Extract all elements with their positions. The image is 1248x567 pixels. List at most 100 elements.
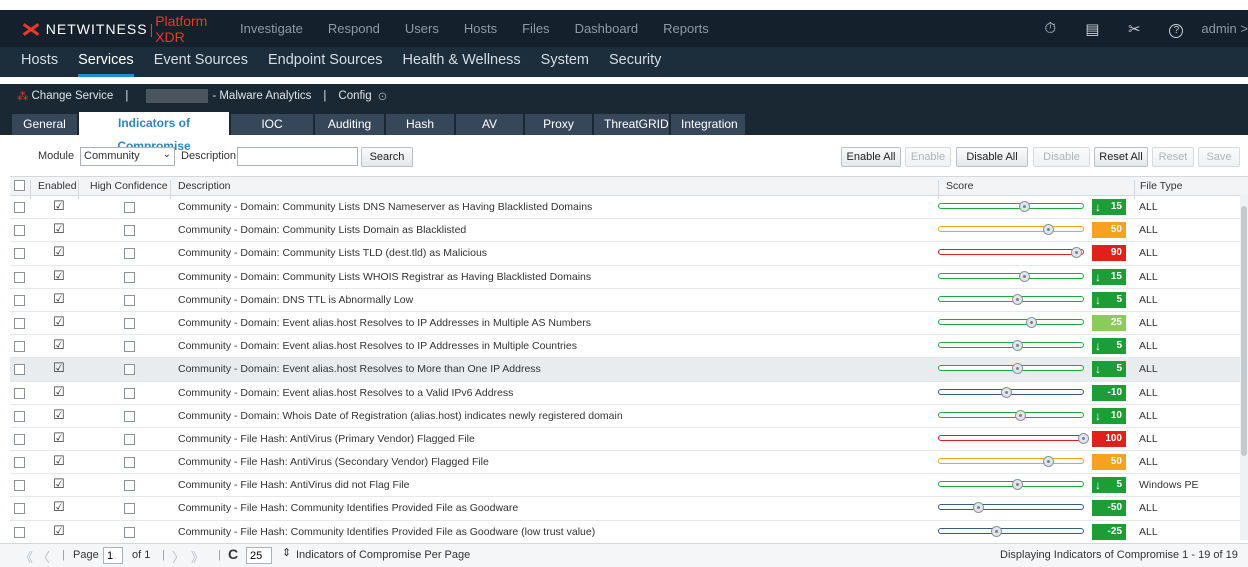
high-confidence-checkbox[interactable]	[124, 248, 135, 260]
secnav-system[interactable]: System	[541, 52, 589, 77]
next-page-icon[interactable]: 〉	[172, 547, 185, 566]
notes-icon[interactable]: ▤	[1071, 20, 1113, 38]
tools-icon[interactable]: ✂	[1113, 20, 1155, 38]
enabled-checkbox[interactable]: ☑	[53, 314, 65, 330]
score-slider-handle[interactable]	[1012, 479, 1023, 491]
column-enabled[interactable]: Enabled	[38, 180, 77, 192]
score-slider[interactable]	[938, 481, 1084, 488]
table-row[interactable]: ☑ Community - Domain: Event alias.host Re…	[10, 312, 1248, 336]
first-page-icon[interactable]: 《	[20, 547, 33, 566]
table-row[interactable]: ☑ Community - File Hash: AntiVirus did no…	[10, 474, 1248, 498]
secnav-endpoint-sources[interactable]: Endpoint Sources	[268, 52, 382, 77]
row-select-checkbox[interactable]	[14, 248, 25, 260]
select-all-checkbox[interactable]	[14, 180, 25, 191]
table-row[interactable]: ☑ Community - Domain: DNS TTL is Abnormal…	[10, 289, 1248, 312]
secnav-event-sources[interactable]: Event Sources	[154, 52, 248, 77]
config-dropdown-icon[interactable]: ⊙	[378, 89, 388, 103]
secnav-services[interactable]: Services	[78, 52, 134, 77]
secnav-health-wellness[interactable]: Health & Wellness	[402, 52, 520, 77]
score-slider-handle[interactable]	[1019, 201, 1030, 212]
topnav-respond[interactable]: Respond	[328, 21, 380, 36]
table-row[interactable]: ☑ Community - File Hash: AntiVirus (Secon…	[10, 451, 1248, 475]
high-confidence-checkbox[interactable]	[124, 387, 135, 399]
tab-av[interactable]: AV	[456, 114, 523, 135]
high-confidence-checkbox[interactable]	[124, 341, 135, 353]
row-select-checkbox[interactable]	[14, 271, 25, 283]
enable-button[interactable]: Enable	[905, 147, 951, 167]
tab-indicators-of-compromise[interactable]: Indicators of Compromise	[79, 112, 229, 153]
row-select-checkbox[interactable]	[14, 433, 25, 445]
table-row[interactable]: ☑ Community - File Hash: Community Identi…	[10, 497, 1248, 521]
score-slider-handle[interactable]	[1015, 409, 1026, 421]
secnav-security[interactable]: Security	[609, 52, 661, 77]
row-select-checkbox[interactable]	[14, 202, 25, 213]
topnav-files[interactable]: Files	[522, 21, 549, 36]
table-row[interactable]: ☑ Community - Domain: Community Lists TLD…	[10, 242, 1248, 266]
table-row[interactable]: ☑ Community - Domain: Community Lists WHO…	[10, 266, 1248, 289]
reset-button[interactable]: Reset	[1152, 147, 1194, 167]
row-select-checkbox[interactable]	[14, 503, 25, 515]
high-confidence-checkbox[interactable]	[124, 202, 135, 213]
row-select-checkbox[interactable]	[14, 364, 25, 376]
enabled-checkbox[interactable]: ☑	[53, 476, 65, 492]
prev-page-icon[interactable]: 〈	[37, 547, 50, 566]
score-slider-handle[interactable]	[1012, 340, 1023, 352]
enabled-checkbox[interactable]: ☑	[53, 337, 65, 353]
tab-integration[interactable]: Integration	[671, 114, 745, 135]
score-slider-handle[interactable]	[1019, 270, 1030, 282]
timer-icon[interactable]: ⏱	[1029, 20, 1071, 37]
topnav-investigate[interactable]: Investigate	[240, 21, 303, 36]
high-confidence-checkbox[interactable]	[124, 480, 135, 492]
table-row[interactable]: ☑ Community - Domain: Community Lists DNS…	[10, 196, 1248, 220]
score-slider[interactable]	[938, 504, 1084, 511]
tab-ioc-summary[interactable]: IOC Summary	[231, 114, 313, 152]
topnav-hosts[interactable]: Hosts	[464, 21, 497, 36]
admin-menu[interactable]: admin >	[1201, 21, 1248, 36]
last-page-icon[interactable]: 》	[191, 547, 204, 566]
per-page-input[interactable]	[246, 547, 272, 564]
score-slider[interactable]	[938, 272, 1084, 279]
config-menu[interactable]: Config	[338, 90, 371, 102]
table-row[interactable]: ☑ Community - Domain: Community Lists Dom…	[10, 219, 1248, 243]
row-select-checkbox[interactable]	[14, 457, 25, 469]
tab-threatgrid[interactable]: ThreatGRID	[594, 114, 669, 135]
enabled-checkbox[interactable]: ☑	[53, 499, 65, 515]
refresh-icon[interactable]: C	[228, 546, 238, 562]
score-slider[interactable]	[938, 411, 1084, 418]
table-row[interactable]: ☑ Community - Domain: Whois Date of Regis…	[10, 405, 1248, 428]
brand-logo[interactable]: NETWITNESS | Platform XDR	[20, 13, 240, 45]
column-score[interactable]: Score	[946, 180, 973, 192]
topnav-reports[interactable]: Reports	[663, 21, 709, 36]
score-slider-handle[interactable]	[1001, 386, 1012, 398]
score-slider-handle[interactable]	[1026, 316, 1037, 328]
search-button[interactable]: Search	[361, 147, 413, 167]
high-confidence-checkbox[interactable]	[124, 457, 135, 469]
high-confidence-checkbox[interactable]	[124, 294, 135, 306]
tab-proxy[interactable]: Proxy	[525, 114, 592, 135]
change-service-link[interactable]: Change Service	[32, 90, 114, 102]
high-confidence-checkbox[interactable]	[124, 271, 135, 283]
score-slider-handle[interactable]	[973, 502, 984, 514]
score-slider[interactable]	[938, 226, 1084, 233]
score-slider-handle[interactable]	[991, 525, 1002, 537]
high-confidence-checkbox[interactable]	[124, 317, 135, 329]
high-confidence-checkbox[interactable]	[124, 410, 135, 422]
row-select-checkbox[interactable]	[14, 387, 25, 399]
enable-all-button[interactable]: Enable All	[841, 147, 901, 167]
score-slider[interactable]	[938, 203, 1084, 209]
row-select-checkbox[interactable]	[14, 294, 25, 306]
per-page-spinner-icon[interactable]: ⇕	[282, 546, 291, 559]
high-confidence-checkbox[interactable]	[124, 433, 135, 445]
score-slider[interactable]	[938, 527, 1084, 534]
column-file-type[interactable]: File Type	[1140, 180, 1182, 192]
enabled-checkbox[interactable]: ☑	[53, 453, 65, 469]
score-slider-handle[interactable]	[1071, 247, 1082, 259]
row-select-checkbox[interactable]	[14, 410, 25, 422]
score-slider[interactable]	[938, 342, 1084, 349]
score-slider[interactable]	[938, 295, 1084, 302]
topnav-users[interactable]: Users	[405, 21, 439, 36]
row-select-checkbox[interactable]	[14, 526, 25, 538]
page-number-input[interactable]	[103, 547, 123, 564]
enabled-checkbox[interactable]: ☑	[53, 291, 65, 307]
score-slider[interactable]	[938, 249, 1084, 256]
